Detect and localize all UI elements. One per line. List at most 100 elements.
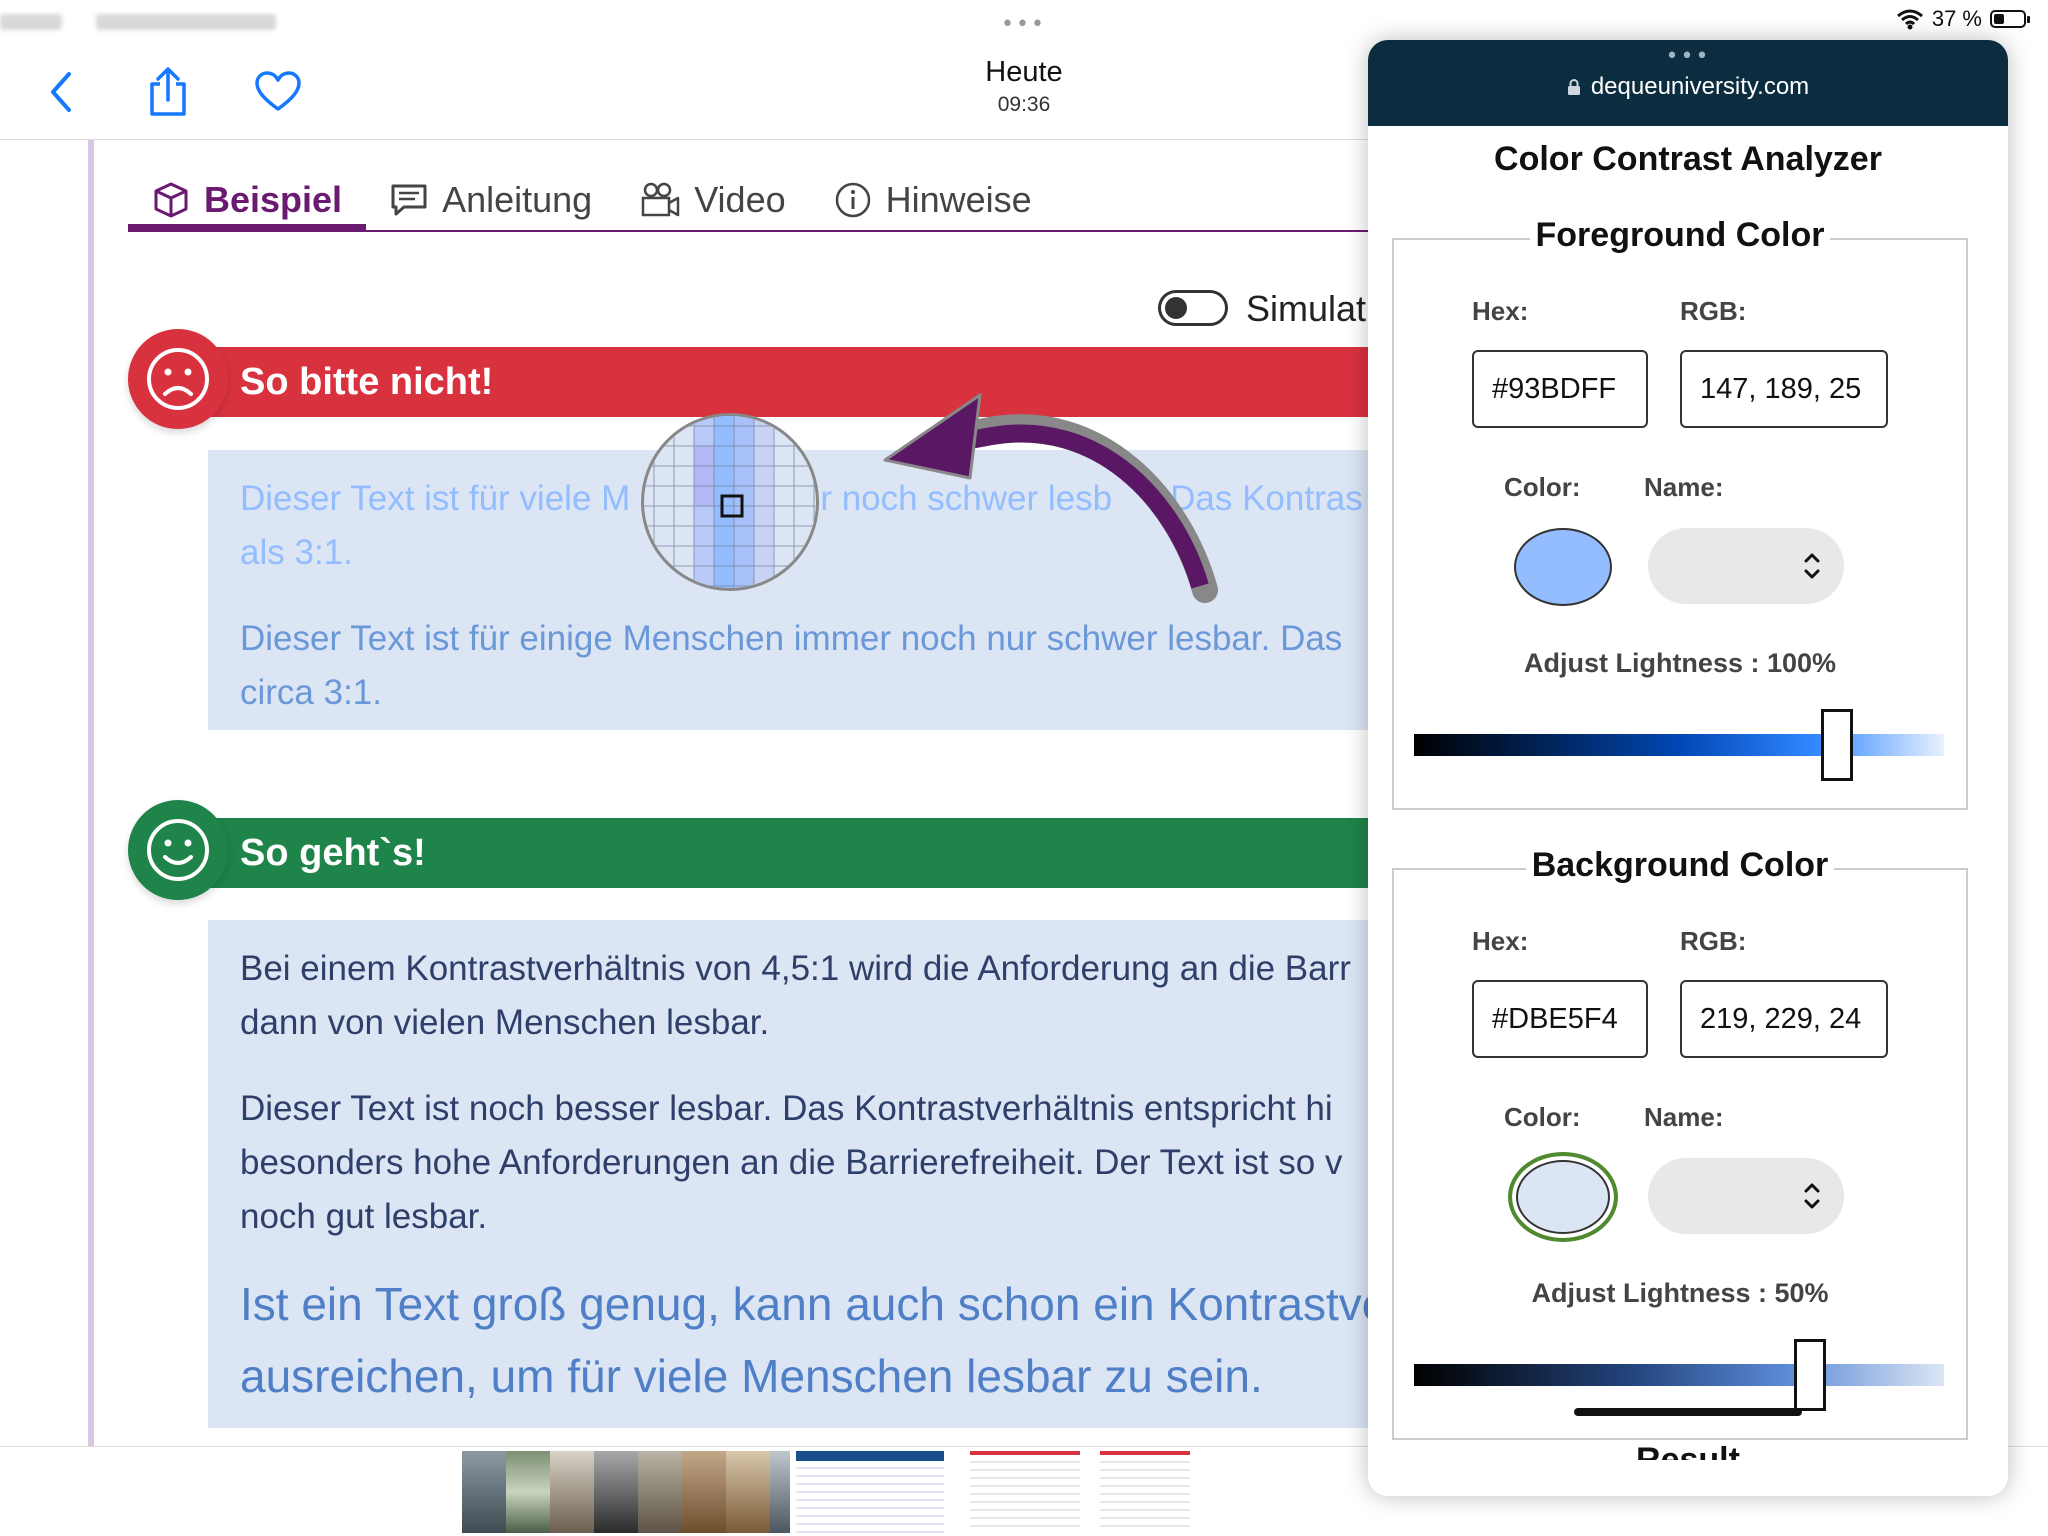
multitasking-dots[interactable]: ••• bbox=[1001, 12, 1046, 37]
wifi-icon bbox=[1896, 9, 1923, 30]
share-button[interactable] bbox=[138, 62, 198, 122]
background-hex-input[interactable] bbox=[1472, 980, 1648, 1058]
foreground-lightness-slider[interactable] bbox=[1414, 709, 1944, 781]
analyzer-title: Color Contrast Analyzer bbox=[1494, 140, 1882, 178]
paragraph-segment: Das Kontras bbox=[1170, 479, 1363, 518]
thumbnail-screenshot[interactable] bbox=[970, 1451, 1080, 1533]
background-color-swatch[interactable] bbox=[1508, 1152, 1618, 1242]
paragraph-segment: Dieser Text ist für viele M bbox=[240, 479, 631, 518]
simulation-label: Simulat bbox=[1246, 288, 1367, 329]
smiley-face-icon bbox=[128, 800, 228, 900]
tab-hinweise[interactable]: Hinweise bbox=[810, 170, 1056, 230]
paragraph-high-contrast: Dieser Text ist noch besser lesbar. Das … bbox=[240, 1082, 1346, 1244]
name-label: Name: bbox=[1644, 472, 1724, 502]
paragraph-line: Dieser Text ist für einige Menschen imme… bbox=[240, 619, 1343, 658]
background-rgb-input[interactable] bbox=[1680, 980, 1888, 1058]
paragraph-line: Ist ein Text groß genug, kann auch schon… bbox=[240, 1278, 1378, 1330]
thumbnail-screenshot[interactable] bbox=[796, 1451, 944, 1533]
favorite-button[interactable] bbox=[248, 62, 308, 122]
foreground-rgb-input[interactable] bbox=[1680, 350, 1888, 428]
date-label: Heute bbox=[985, 56, 1063, 88]
slider-thumb[interactable] bbox=[1793, 1339, 1826, 1411]
photos-header: Heute 09:36 bbox=[0, 40, 1370, 140]
back-button[interactable] bbox=[32, 62, 92, 122]
tab-label: Video bbox=[694, 179, 786, 220]
color-picker-loupe[interactable] bbox=[641, 413, 819, 591]
browser-header: ••• dequeuniversity.com bbox=[1368, 40, 2008, 126]
chevron-up-down-icon bbox=[1804, 553, 1820, 579]
hex-label: Hex: bbox=[1472, 296, 1529, 326]
battery-icon bbox=[1990, 10, 2030, 28]
thumbnail-photo[interactable] bbox=[594, 1451, 638, 1533]
good-example-heading: So geht`s! bbox=[240, 831, 426, 874]
hex-label: Hex: bbox=[1472, 926, 1529, 956]
thumbnail-photo[interactable] bbox=[770, 1451, 790, 1533]
slide-over-grabber[interactable]: ••• bbox=[1666, 44, 1711, 69]
background-lightness-label: Adjust Lightness : 50% bbox=[1531, 1278, 1829, 1308]
bad-example-banner: So bitte nicht! bbox=[128, 329, 1378, 429]
tab-label: Beispiel bbox=[204, 179, 343, 220]
thumbnail-photo[interactable] bbox=[726, 1451, 770, 1533]
thumbnail-photo[interactable] bbox=[462, 1451, 506, 1533]
tab-bar: Beispiel Anleitung Video Hinweise bbox=[128, 170, 1378, 232]
paragraph-line: Dieser Text ist noch besser lesbar. Das … bbox=[240, 1089, 1333, 1128]
tab-beispiel[interactable]: Beispiel bbox=[128, 170, 367, 230]
sad-face-icon bbox=[128, 329, 228, 429]
toggle-knob bbox=[1165, 297, 1187, 319]
rgb-label: RGB: bbox=[1680, 296, 1747, 326]
chevron-up-down-icon bbox=[1804, 1183, 1820, 1209]
paragraph-segment: r noch schwer lesb bbox=[820, 479, 1113, 518]
message-icon bbox=[391, 184, 427, 216]
thumbnail-photo[interactable] bbox=[550, 1451, 594, 1533]
share-icon bbox=[150, 67, 186, 116]
address-bar[interactable]: dequeuniversity.com bbox=[1567, 73, 1809, 101]
foreground-legend: Foreground Color bbox=[1394, 216, 1966, 255]
thumbnail-screenshot[interactable] bbox=[1100, 1451, 1190, 1533]
color-label: Color: bbox=[1504, 472, 1581, 502]
pixel-grid bbox=[644, 416, 816, 588]
tab-label: Anleitung bbox=[442, 179, 593, 220]
paragraph-line: circa 3:1. bbox=[240, 673, 382, 712]
background-legend: Background Color bbox=[1394, 846, 1966, 885]
cube-icon bbox=[154, 182, 188, 218]
paragraph-line: ausreichen, um für viele Menschen lesbar… bbox=[240, 1350, 1263, 1402]
left-accent-strip bbox=[88, 140, 94, 1446]
bad-example-heading: So bitte nicht! bbox=[240, 360, 494, 403]
background-name-select[interactable] bbox=[1648, 1158, 1844, 1234]
foreground-hex-input[interactable] bbox=[1472, 350, 1648, 428]
result-heading: Result bbox=[1636, 1441, 1740, 1460]
url-text: dequeuniversity.com bbox=[1590, 73, 1810, 100]
background-color-section: Background Color Hex: RGB: Color: Name: … bbox=[1392, 846, 1968, 1440]
lock-icon bbox=[1567, 79, 1580, 95]
color-contrast-analyzer-panel: ••• dequeuniversity.com Color Contrast A… bbox=[1368, 40, 2008, 1496]
good-example-text-box: Bei einem Kontrastverhältnis von 4,5:1 w… bbox=[208, 920, 1378, 1428]
status-right: 37 % bbox=[1896, 6, 2030, 32]
good-example-banner: So geht`s! bbox=[128, 800, 1378, 900]
foreground-name-select[interactable] bbox=[1648, 528, 1844, 604]
tab-video[interactable]: Video bbox=[616, 170, 809, 230]
paragraph-line: dann von vielen Menschen lesbar. bbox=[240, 1003, 770, 1042]
paragraph-line: noch gut lesbar. bbox=[240, 1197, 488, 1236]
video-camera-icon bbox=[641, 182, 680, 217]
tab-anleitung[interactable]: Anleitung bbox=[366, 170, 616, 230]
name-label: Name: bbox=[1644, 1102, 1724, 1132]
chevron-left-icon bbox=[51, 72, 71, 112]
info-icon bbox=[835, 182, 870, 218]
thumbnail-photo[interactable] bbox=[682, 1451, 726, 1533]
background-lightness-slider[interactable] bbox=[1414, 1339, 1944, 1411]
home-indicator[interactable] bbox=[1574, 1408, 1802, 1416]
battery-percentage: 37 % bbox=[1931, 6, 1982, 31]
thumbnail-photo[interactable] bbox=[638, 1451, 682, 1533]
medium-contrast-paragraph: Dieser Text ist für einige Menschen imme… bbox=[240, 612, 1346, 720]
time-label: 09:36 bbox=[997, 93, 1051, 116]
simulation-toggle[interactable] bbox=[1158, 290, 1228, 326]
photo-date-title: Heute 09:36 bbox=[924, 56, 1124, 117]
foreground-color-section: Foreground Color Hex: RGB: Color: Name: … bbox=[1392, 216, 1968, 810]
slider-thumb[interactable] bbox=[1820, 709, 1853, 781]
tab-label: Hinweise bbox=[885, 179, 1032, 220]
color-label: Color: bbox=[1504, 1102, 1581, 1132]
foreground-color-swatch[interactable] bbox=[1514, 528, 1612, 606]
paragraph-line: besonders hohe Anforderungen an die Barr… bbox=[240, 1143, 1343, 1182]
thumbnail-photo[interactable] bbox=[506, 1451, 550, 1533]
foreground-lightness-label: Adjust Lightness : 100% bbox=[1523, 648, 1837, 678]
